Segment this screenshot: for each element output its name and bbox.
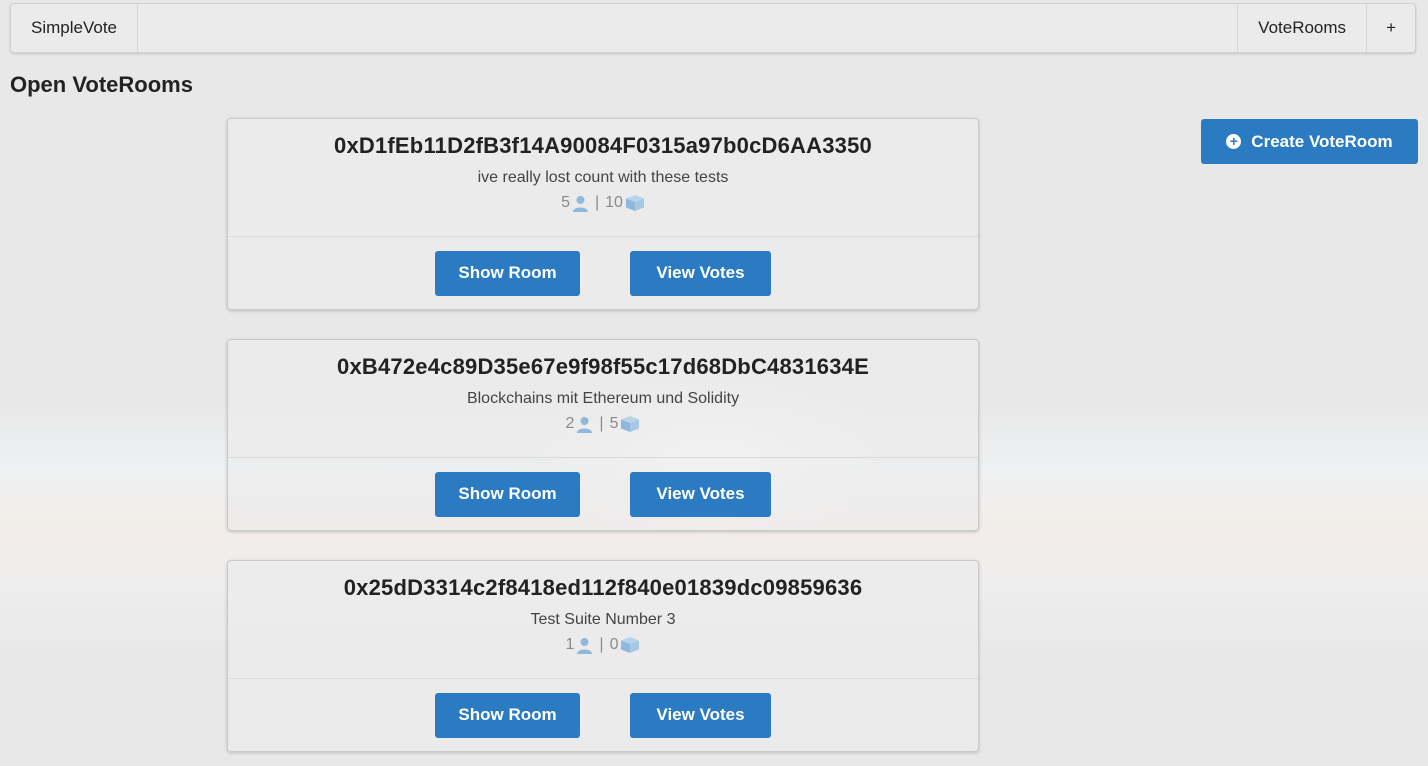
room-description: Blockchains mit Ethereum und Solidity [466,390,740,407]
view-votes-button[interactable]: View Votes [630,692,771,738]
show-room-button[interactable]: Show Room [435,250,580,296]
vote-count: 5 [609,415,619,432]
user-icon [576,416,593,433]
participant-count: 2 [565,415,575,432]
navbar-spacer [138,4,1237,52]
show-room-button[interactable]: Show Room [435,471,580,517]
room-address: 0xB472e4c89D35e67e9f98f55c17d68DbC483163… [337,354,869,379]
vote-count: 10 [605,194,623,211]
create-voteroom-label: Create VoteRoom [1251,131,1393,151]
stats-separator: | [594,194,600,211]
participant-count: 5 [561,194,570,211]
user-icon [576,637,593,654]
voteroom-card: 0x25dD3314c2f8418ed112f840e01839dc098596… [227,560,979,752]
room-stats: 5 | 10 [228,193,978,213]
voteroom-card: 0xD1fEb11D2fB3f14A90084F0315a97b0cD6AA33… [227,118,979,310]
voteroom-card-content: 0xB472e4c89D35e67e9f98f55c17d68DbC483163… [228,340,978,458]
create-voteroom-button[interactable]: + Create VoteRoom [1201,119,1418,164]
room-stats: 2 | 5 [228,414,978,434]
view-votes-button[interactable]: View Votes [630,471,771,517]
room-stats: 1 | 0 [228,635,978,655]
voteroom-card-content: 0x25dD3314c2f8418ed112f840e01839dc098596… [228,561,978,679]
ballot-box-icon [625,194,645,212]
user-icon [572,195,589,212]
ballot-box-icon [620,636,640,654]
room-address: 0x25dD3314c2f8418ed112f840e01839dc098596… [343,575,863,600]
page-title: Open VoteRooms [10,72,193,97]
voteroom-card-content: 0xD1fEb11D2fB3f14A90084F0315a97b0cD6AA33… [228,119,978,237]
room-description: Test Suite Number 3 [530,611,676,628]
nav-add-link[interactable]: + [1367,4,1415,52]
voteroom-card-actions: Show Room View Votes [228,458,978,530]
nav-voterooms-link[interactable]: VoteRooms [1237,4,1368,52]
participant-count: 1 [565,636,575,653]
room-address: 0xD1fEb11D2fB3f14A90084F0315a97b0cD6AA33… [334,133,872,158]
voteroom-card-actions: Show Room View Votes [228,237,978,309]
brand-link[interactable]: SimpleVote [11,4,138,52]
vote-count: 0 [609,636,619,653]
voteroom-card-actions: Show Room View Votes [228,679,978,751]
room-description: ive really lost count with these tests [477,169,729,186]
ballot-box-icon [620,415,640,433]
stats-separator: | [599,636,604,653]
view-votes-button[interactable]: View Votes [630,250,771,296]
stats-separator: | [599,415,604,432]
plus-circle-icon: + [1226,134,1242,149]
show-room-button[interactable]: Show Room [435,692,580,738]
voteroom-card: 0xB472e4c89D35e67e9f98f55c17d68DbC483163… [227,339,979,531]
top-navbar: SimpleVote VoteRooms + [10,3,1416,53]
